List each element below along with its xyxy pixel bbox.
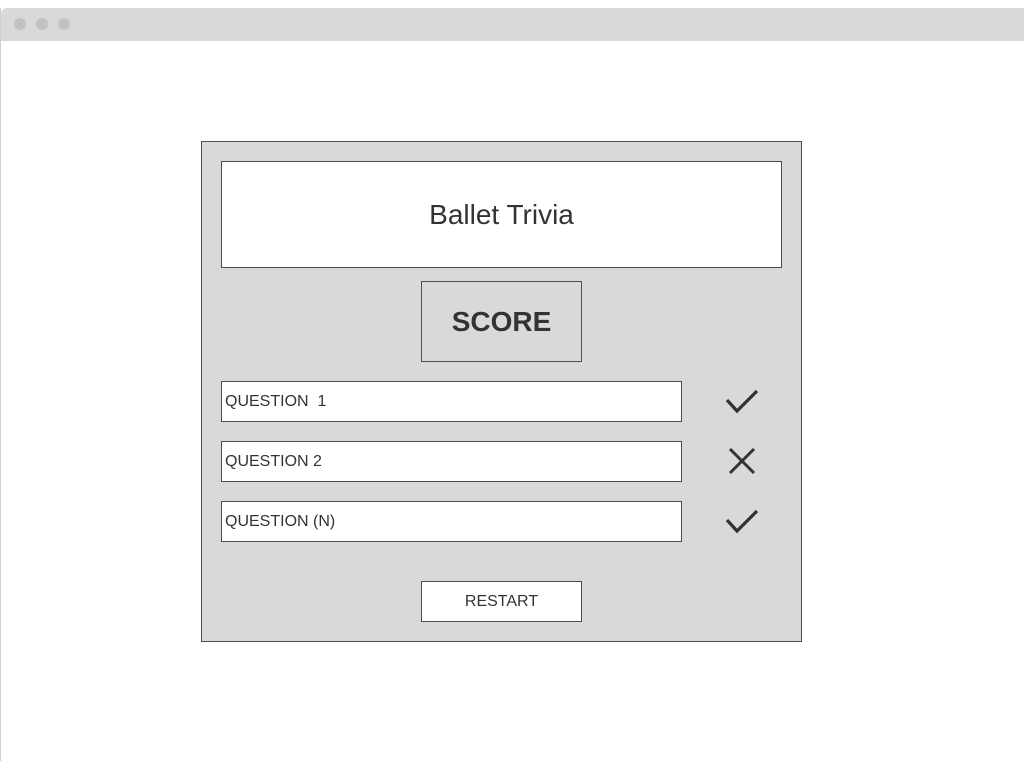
page-title: Ballet Trivia [221,161,782,268]
window-close-dot-icon[interactable] [14,18,26,30]
question-row-1[interactable]: QUESTION 1 [221,381,682,422]
window-minimize-dot-icon[interactable] [36,18,48,30]
restart-button[interactable]: RESTART [421,581,582,622]
check-icon [725,389,759,414]
check-icon [725,509,759,534]
question-row-2[interactable]: QUESTION 2 [221,441,682,482]
window-maximize-dot-icon[interactable] [58,18,70,30]
score-display: SCORE [421,281,582,362]
window-titlebar [1,8,1024,41]
x-icon [728,447,756,475]
question-row-3[interactable]: QUESTION (N) [221,501,682,542]
